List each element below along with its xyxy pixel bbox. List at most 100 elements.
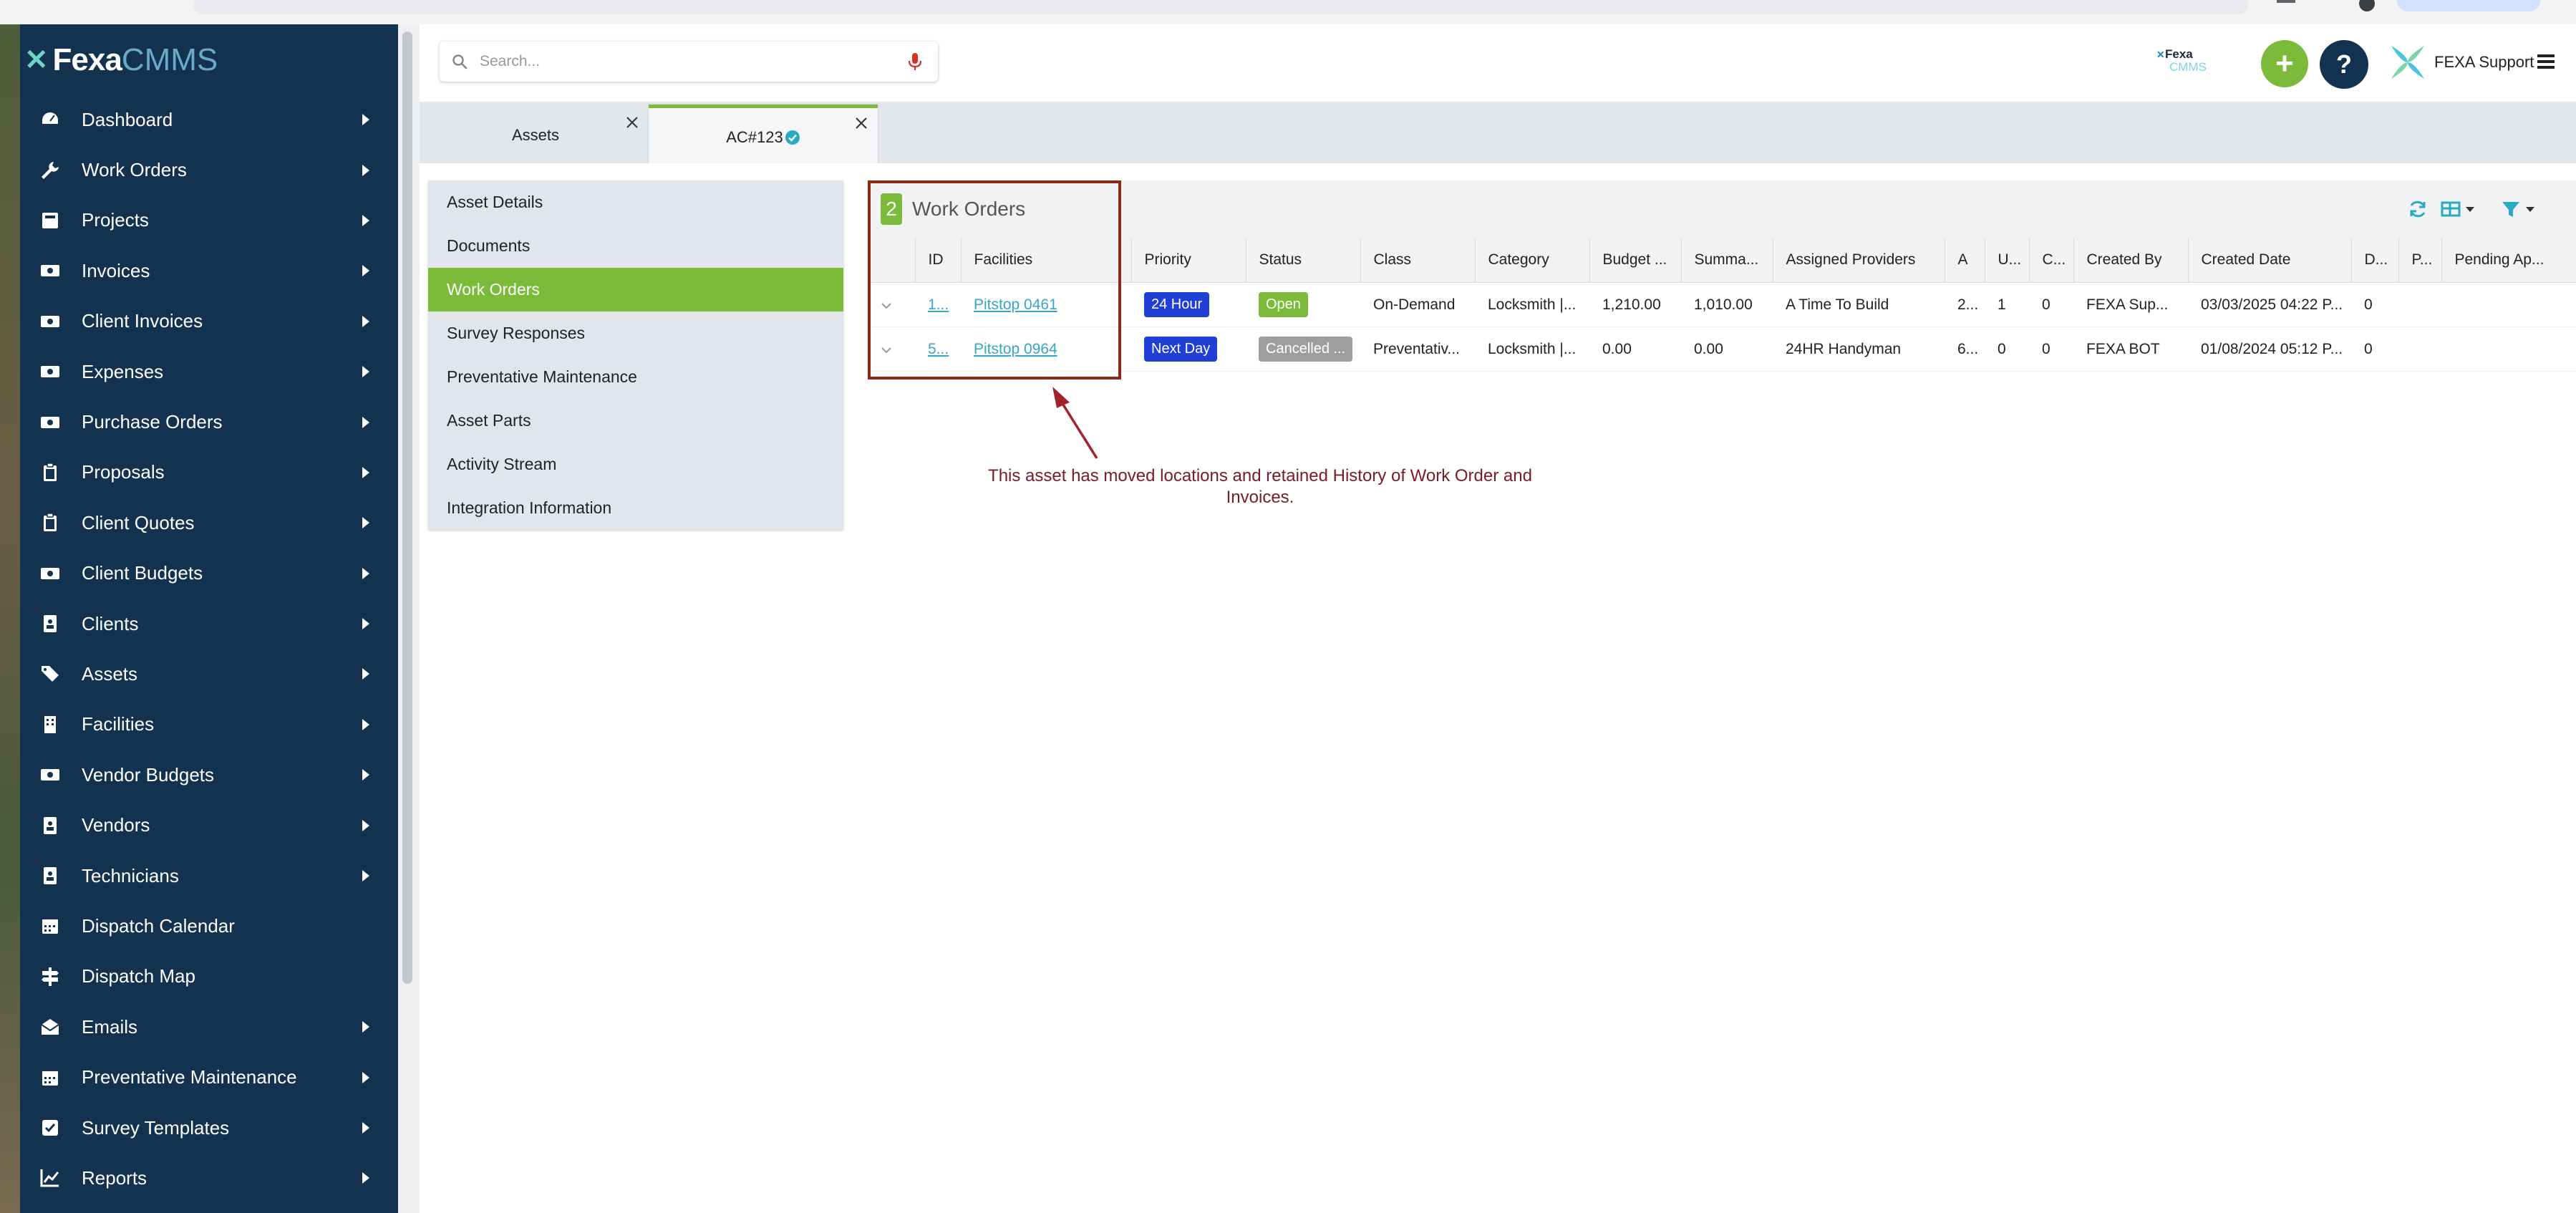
asset-menu-activity-stream[interactable]: Activity Stream: [428, 443, 843, 486]
caret-right-icon: [362, 1172, 369, 1184]
caret-right-icon: [362, 819, 369, 831]
column-header[interactable]: Budget ...: [1589, 238, 1682, 283]
asset-menu-survey-responses[interactable]: Survey Responses: [428, 311, 843, 355]
user-name[interactable]: FEXA Support: [2434, 53, 2534, 72]
column-header[interactable]: Assigned Providers: [1773, 238, 1945, 283]
brand-logo-small: ✕ Fexa CMMS: [2156, 47, 2214, 76]
refresh-button[interactable]: [2407, 198, 2429, 221]
user-company-logo: [2391, 46, 2424, 79]
sidebar-item-purchase-orders[interactable]: Purchase Orders: [20, 397, 398, 447]
sidebar-item-label: Expenses: [82, 360, 164, 382]
project-icon: [37, 209, 63, 232]
sidebar-scrollbar-thumb[interactable]: [402, 32, 412, 984]
browser-extension-icon[interactable]: [2277, 0, 2295, 3]
tab-assets[interactable]: Assets: [422, 107, 649, 163]
caret-right-icon: [362, 618, 369, 630]
sidebar-item-proposals[interactable]: Proposals: [20, 448, 398, 498]
asset-menu-integration-information[interactable]: Integration Information: [428, 486, 843, 530]
close-icon[interactable]: [624, 115, 640, 130]
browser-profile-pill[interactable]: [2397, 0, 2540, 11]
column-header[interactable]: Pending Ap...: [2441, 238, 2576, 283]
sidebar-item-vendors[interactable]: Vendors: [20, 800, 398, 850]
help-button[interactable]: ?: [2320, 40, 2368, 89]
asset-menu-preventative-maintenance[interactable]: Preventative Maintenance: [428, 355, 843, 399]
cell-status: Open: [1246, 282, 1360, 327]
filter-button[interactable]: [2500, 198, 2534, 221]
gauge-icon: [37, 108, 63, 131]
add-new-button[interactable]: +: [2261, 40, 2308, 87]
hamburger-menu-icon[interactable]: [2537, 54, 2555, 69]
column-header[interactable]: U...: [1985, 238, 2030, 283]
browser-address-bar[interactable]: [193, 0, 2248, 14]
sidebar-item-assets[interactable]: Assets: [20, 649, 398, 699]
sidebar-item-client-budgets[interactable]: Client Budgets: [20, 548, 398, 599]
id-badge-icon: [37, 814, 63, 837]
sidebar-item-client-quotes[interactable]: Client Quotes: [20, 498, 398, 548]
brand-small-cmms: CMMS: [2169, 60, 2207, 74]
asset-detail-menu: Asset Details Documents Work Orders Survey …: [428, 180, 843, 530]
asset-menu-asset-parts[interactable]: Asset Parts: [428, 399, 843, 443]
close-icon[interactable]: [853, 115, 869, 131]
sidebar-item-dashboard[interactable]: Dashboard: [20, 95, 398, 145]
search-input[interactable]: [478, 52, 882, 71]
sidebar-item-vendor-budgets[interactable]: Vendor Budgets: [20, 750, 398, 800]
sidebar-item-dispatch-calendar[interactable]: Dispatch Calendar: [20, 901, 398, 951]
sidebar-item-emails[interactable]: Emails: [20, 1002, 398, 1052]
table-row[interactable]: 5... Pitstop 0964 Next Day Cancelled ... Pre…: [868, 327, 2576, 372]
sidebar-item-reports[interactable]: Reports: [20, 1153, 398, 1203]
sidebar-item-label: Client Budgets: [82, 562, 203, 584]
sidebar-item-survey-templates[interactable]: Survey Templates: [20, 1103, 398, 1153]
column-header[interactable]: Created Date: [2188, 238, 2352, 283]
column-header[interactable]: Summa...: [1681, 238, 1773, 283]
cell-created_by: FEXA Sup...: [2073, 282, 2188, 327]
sidebar-item-invoices[interactable]: Invoices: [20, 246, 398, 296]
cell-category: Locksmith |...: [1475, 327, 1589, 372]
asset-menu-work-orders[interactable]: Work Orders: [428, 268, 843, 311]
sidebar-item-label: Reports: [82, 1166, 147, 1189]
column-chooser-button[interactable]: [2440, 198, 2474, 221]
sidebar-item-client-invoices[interactable]: Client Invoices: [20, 296, 398, 347]
column-header[interactable]: Created By: [2073, 238, 2189, 283]
logo-product: CMMS: [121, 42, 218, 77]
column-header[interactable]: D...: [2351, 238, 2399, 283]
asset-menu-documents[interactable]: Documents: [428, 224, 843, 268]
cell-text: Preventativ...: [1373, 340, 1460, 357]
column-header[interactable]: Category: [1475, 238, 1590, 283]
column-header[interactable]: Class: [1360, 238, 1476, 283]
sidebar-item-facilities[interactable]: Facilities: [20, 700, 398, 750]
wrench-icon: [37, 159, 63, 182]
sidebar-item-technicians[interactable]: Technicians: [20, 851, 398, 901]
caret-right-icon: [362, 164, 369, 176]
cell-text: 03/03/2025 04:22 P...: [2201, 296, 2343, 313]
sidebar-item-work-orders[interactable]: Work Orders: [20, 145, 398, 195]
sidebar-item-projects[interactable]: Projects: [20, 195, 398, 246]
app-logo[interactable]: ✕ Fexa CMMS: [24, 42, 218, 79]
tab-asset-ac123[interactable]: AC#123: [649, 105, 878, 167]
asset-menu-asset-details[interactable]: Asset Details: [428, 180, 843, 224]
sidebar-item-label: Clients: [82, 612, 139, 634]
cell-text: 0.00: [1602, 340, 1632, 357]
column-header[interactable]: C...: [2029, 238, 2074, 283]
microphone-icon[interactable]: [906, 52, 924, 72]
sidebar-item-preventative-maintenance[interactable]: Preventative Maintenance: [20, 1052, 398, 1102]
column-header[interactable]: P...: [2398, 238, 2442, 283]
sidebar-item-clients[interactable]: Clients: [20, 599, 398, 649]
sidebar-item-expenses[interactable]: Expenses: [20, 347, 398, 397]
priority-badge: Next Day: [1144, 337, 1218, 362]
priority-badge: 24 Hour: [1144, 292, 1210, 317]
cell-p: [2398, 327, 2441, 372]
column-header[interactable]: A: [1945, 238, 1985, 283]
logo-x-icon: ✕: [24, 44, 49, 76]
caret-right-icon: [362, 315, 369, 327]
filter-icon: [2502, 202, 2519, 217]
annotation-text: This asset has moved locations and retai…: [988, 466, 1532, 507]
cell-providers: A Time To Build: [1773, 282, 1945, 327]
sidebar-item-dispatch-map[interactable]: Dispatch Map: [20, 952, 398, 1002]
column-header[interactable]: Priority: [1131, 238, 1246, 283]
global-search[interactable]: [440, 42, 938, 82]
column-header[interactable]: Status: [1246, 238, 1361, 283]
table-row[interactable]: 1... Pitstop 0461 24 Hour Open On-Demand Lock…: [868, 282, 2576, 327]
cell-summary: 1,010.00: [1681, 282, 1773, 327]
cell-priority: Next Day: [1131, 327, 1246, 372]
sidebar-item-label: Dashboard: [82, 108, 173, 130]
